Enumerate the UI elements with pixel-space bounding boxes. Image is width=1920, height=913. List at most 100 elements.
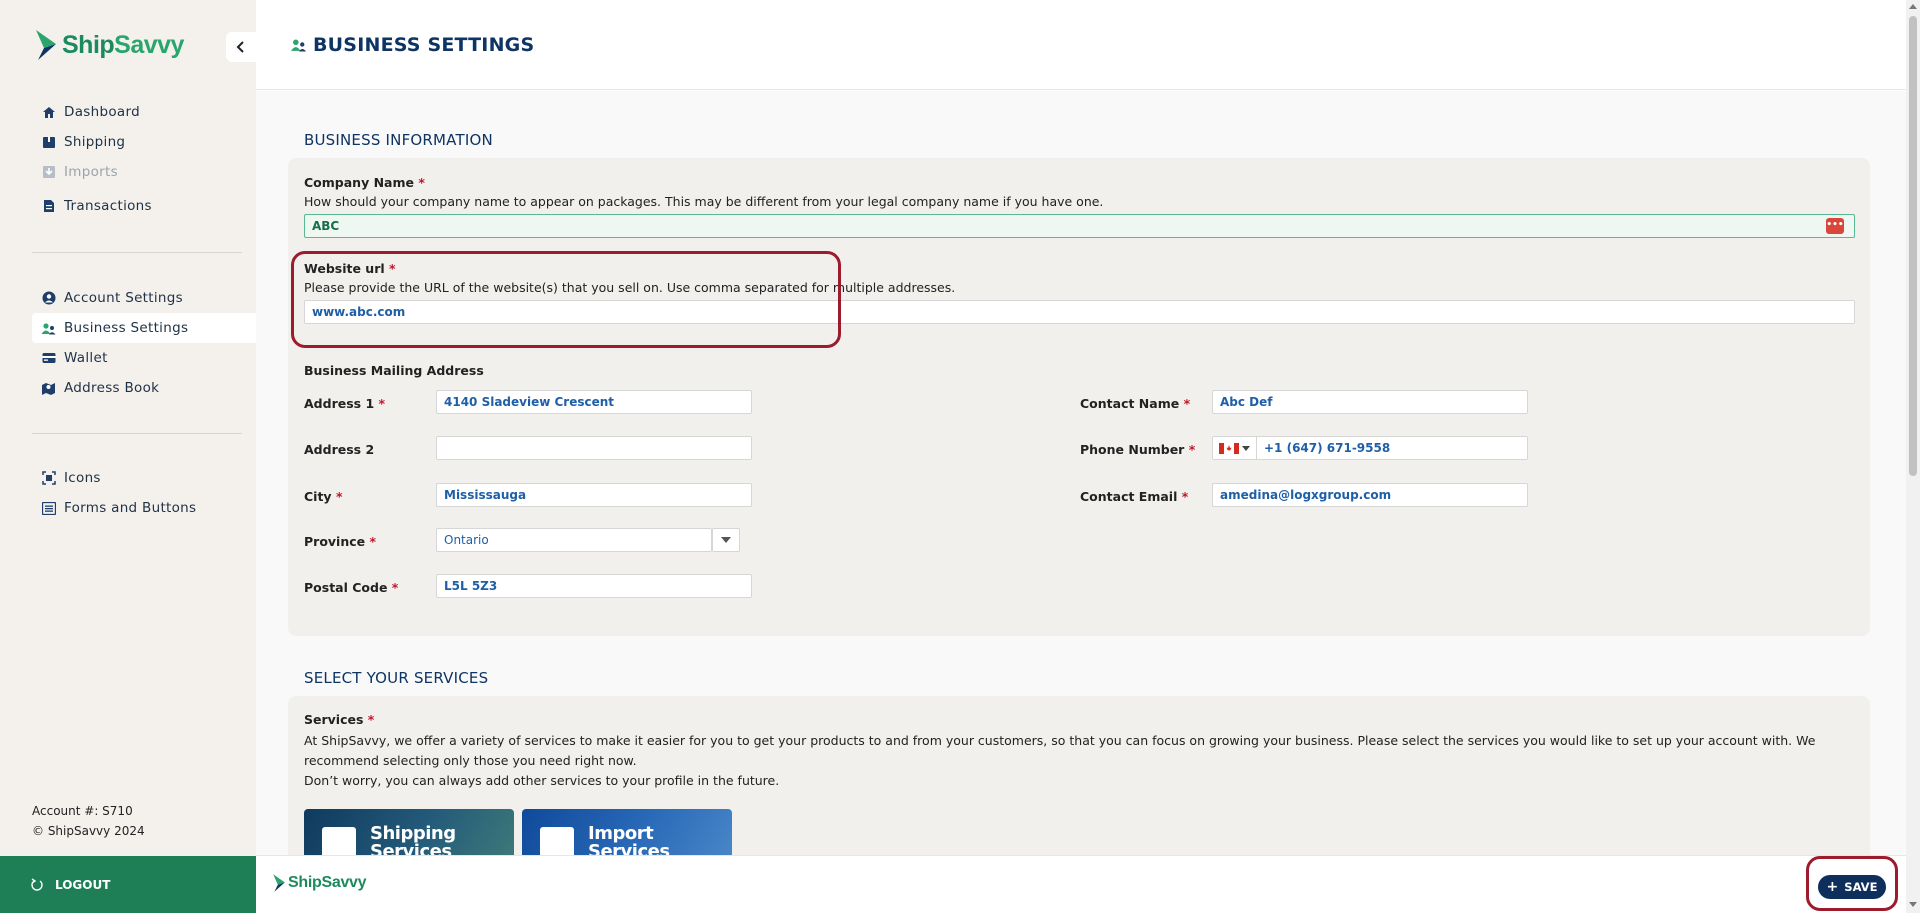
sidebar-item-label: Address Book [64, 380, 160, 396]
list-icon [41, 501, 56, 516]
import-services-label: Import Services [588, 823, 670, 856]
sidebar-item-label: Wallet [64, 350, 108, 366]
wallet-icon [41, 351, 56, 366]
shipping-icon [322, 827, 356, 855]
sidebar-divider [32, 433, 242, 434]
phone-number-label: Phone Number * [1080, 442, 1196, 457]
business-information-card: Company Name * How should your company n… [288, 158, 1870, 636]
import-services-tile[interactable]: Import Services [522, 809, 732, 855]
chevron-left-icon [236, 41, 244, 53]
business-users-icon [290, 39, 307, 52]
address1-input[interactable]: 4140 Sladeview Crescent [436, 390, 752, 414]
contact-name-label: Contact Name * [1080, 396, 1191, 411]
canada-flag-icon [1219, 442, 1239, 454]
logo-mark-icon [36, 30, 56, 60]
postal-code-input[interactable]: L5L 5Z3 [436, 574, 752, 598]
icons-icon [41, 471, 56, 486]
page-header: BUSINESS SETTINGS [256, 0, 1906, 90]
sidebar-item-dashboard[interactable]: Dashboard [32, 97, 256, 127]
nav-group-settings: Account Settings Business Settings Walle… [32, 283, 256, 403]
sidebar-item-label: Dashboard [64, 104, 140, 120]
province-select[interactable]: Ontario [436, 528, 712, 552]
mailing-address-heading: Business Mailing Address [304, 363, 484, 378]
account-number: Account #: S710 [32, 804, 133, 818]
contact-email-input[interactable]: amedina@logxgroup.com [1212, 483, 1528, 507]
contact-name-input[interactable]: Abc Def [1212, 390, 1528, 414]
page-title-text: BUSINESS SETTINGS [313, 34, 535, 56]
logout-button[interactable]: LOGOUT [0, 856, 256, 913]
import-icon [540, 827, 574, 855]
password-manager-icon[interactable]: ••• [1826, 218, 1844, 234]
home-icon [41, 105, 56, 120]
city-label: City * [304, 489, 343, 504]
scroll-up-arrow-icon[interactable] [1909, 4, 1917, 9]
bottom-action-bar: ShipSavvy + SAVE [256, 855, 1906, 913]
company-name-label: Company Name * [304, 175, 425, 190]
shipsavvy-logo[interactable]: ShipSavvy [34, 28, 184, 62]
main-content: BUSINESS SETTINGS BUSINESS INFORMATION C… [256, 0, 1906, 913]
business-users-icon [41, 321, 56, 336]
save-button-highlight [1806, 856, 1898, 911]
shipping-services-label: Shipping Services [370, 823, 456, 856]
address1-label: Address 1 * [304, 396, 386, 411]
business-information-heading: BUSINESS INFORMATION [304, 131, 493, 149]
sidebar-item-account-settings[interactable]: Account Settings [32, 283, 256, 313]
scrollbar-thumb[interactable] [1909, 16, 1917, 476]
city-input[interactable]: Mississauga [436, 483, 752, 507]
chevron-down-icon [721, 537, 731, 543]
scroll-down-arrow-icon[interactable] [1909, 902, 1917, 907]
website-field-highlight [291, 251, 841, 348]
sidebar-item-label: Transactions [64, 198, 152, 214]
sidebar-item-label: Icons [64, 470, 101, 486]
settings-form: BUSINESS INFORMATION Company Name * How … [256, 91, 1906, 855]
sidebar-divider [32, 252, 242, 253]
address-book-icon [41, 381, 56, 396]
document-icon [41, 199, 56, 214]
nav-group-dev: Icons Forms and Buttons [32, 463, 256, 523]
collapse-sidebar-button[interactable] [226, 32, 256, 62]
chevron-down-icon [1242, 445, 1250, 451]
sidebar-item-label: Imports [64, 164, 118, 180]
company-name-input[interactable]: ABC ••• [304, 214, 1855, 238]
address2-input[interactable] [436, 436, 752, 460]
province-dropdown-button[interactable] [712, 528, 740, 552]
phone-number-input[interactable]: +1 (647) 671-9558 [1212, 436, 1528, 460]
sidebar-item-wallet[interactable]: Wallet [32, 343, 256, 373]
services-description: At ShipSavvy, we offer a variety of serv… [304, 733, 1816, 788]
province-label: Province * [304, 534, 377, 549]
contact-email-label: Contact Email * [1080, 489, 1189, 504]
sidebar-item-shipping[interactable]: Shipping [32, 127, 256, 157]
copyright: © ShipSavvy 2024 [32, 824, 145, 838]
account-info: Account #: S710 © ShipSavvy 2024 [32, 801, 145, 841]
sidebar-item-icons[interactable]: Icons [32, 463, 256, 493]
page-title: BUSINESS SETTINGS [290, 34, 534, 56]
logo-mark-icon [273, 874, 285, 892]
footer-logo: ShipSavvy [272, 873, 367, 893]
logout-label: LOGOUT [55, 877, 111, 892]
sidebar-item-label: Account Settings [64, 290, 183, 306]
sidebar-item-label: Forms and Buttons [64, 500, 197, 516]
sidebar-item-label: Business Settings [64, 320, 189, 336]
sidebar-item-label: Shipping [64, 134, 126, 150]
sidebar-item-business-settings[interactable]: Business Settings [32, 313, 256, 343]
sidebar-item-address-book[interactable]: Address Book [32, 373, 256, 403]
logo-text: ShipSavvy [62, 30, 184, 59]
box-icon [41, 135, 56, 150]
sidebar-item-forms-and-buttons[interactable]: Forms and Buttons [32, 493, 256, 523]
sidebar: ShipSavvy Dashboard Shipping Imports Tra… [0, 0, 256, 913]
select-services-heading: SELECT YOUR SERVICES [304, 669, 489, 687]
sidebar-item-transactions[interactable]: Transactions [32, 191, 256, 221]
country-flag-selector[interactable] [1213, 437, 1257, 459]
sidebar-item-imports[interactable]: Imports [32, 157, 256, 187]
nav-group-main: Dashboard Shipping Imports Transactions [32, 97, 256, 221]
services-label: Services * [304, 712, 375, 727]
services-card: Services * At ShipSavvy, we offer a vari… [288, 696, 1870, 855]
shipping-services-tile[interactable]: Shipping Services [304, 809, 514, 855]
company-name-hint: How should your company name to appear o… [304, 194, 1104, 209]
postal-code-label: Postal Code * [304, 580, 399, 595]
import-icon [41, 165, 56, 180]
address2-label: Address 2 [304, 442, 375, 457]
user-icon [41, 291, 56, 306]
logout-icon [31, 878, 43, 891]
page-scrollbar[interactable] [1906, 0, 1920, 913]
